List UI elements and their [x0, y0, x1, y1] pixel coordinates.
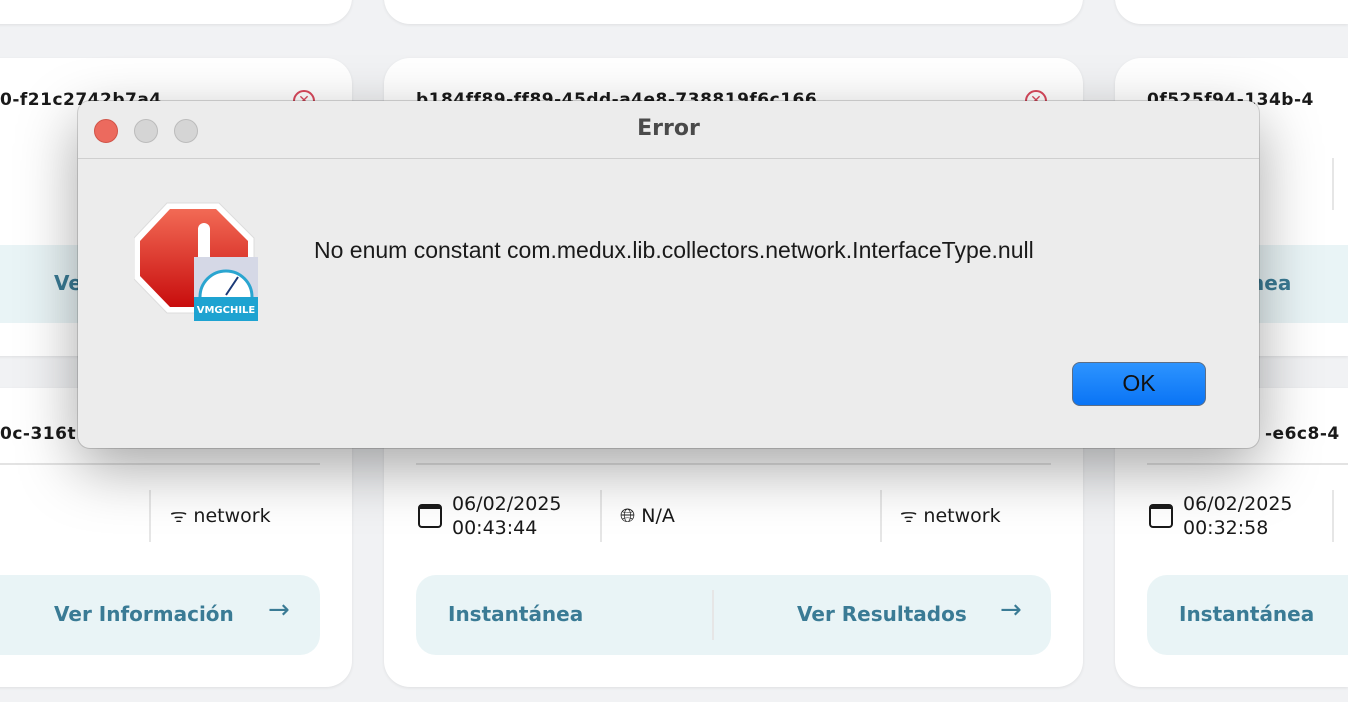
time: 00:32:58 [1183, 517, 1269, 539]
dialog-title: Error [637, 116, 700, 141]
error-icon: VMGCHILE [133, 201, 258, 321]
arrow-right-icon: → [268, 595, 290, 625]
card [384, 0, 1083, 24]
separator [149, 490, 151, 542]
separator [1332, 158, 1334, 210]
globe-icon: 🌐︎ [620, 505, 636, 527]
view-info-button[interactable]: Ver Información → [0, 575, 320, 655]
view-results-button[interactable]: Ver Resultados [797, 602, 967, 626]
network-info: ᯤ network [900, 504, 1001, 528]
wifi-icon: ᯤ [170, 505, 188, 527]
calendar-icon [418, 504, 442, 528]
ok-button[interactable]: OK [1072, 362, 1206, 406]
date: 06/02/2025 [452, 493, 562, 515]
divider [0, 463, 320, 465]
ip-info: 🌐︎ N/A [620, 504, 675, 528]
card-id: -e6c8-4 [1265, 424, 1340, 444]
date-info: 06/02/2025 00:32:58 [1147, 492, 1293, 540]
card-id: 0c-316t [0, 424, 77, 444]
title-bar[interactable]: Error [78, 101, 1259, 159]
separator [1332, 490, 1334, 542]
svg-text:VMGCHILE: VMGCHILE [197, 305, 256, 316]
ip-label: N/A [641, 505, 675, 527]
button-label: Ver Información [54, 602, 234, 626]
error-dialog: Error VMGCHILE No enum constant com.medu… [78, 101, 1259, 448]
button-label: Instantánea [1179, 602, 1315, 626]
date-info: 06/02/2025 00:43:44 [416, 492, 562, 540]
button-bar: Instantánea Ver Resultados → [416, 575, 1051, 655]
divider [416, 463, 1051, 465]
network-label: network [193, 505, 271, 527]
snapshot-button[interactable]: Instantánea [1147, 575, 1348, 655]
date: 06/02/2025 [1183, 493, 1293, 515]
time: 00:43:44 [452, 517, 538, 539]
snapshot-button[interactable]: Instantánea [448, 602, 583, 626]
arrow-right-icon[interactable]: → [1000, 595, 1022, 625]
network-info: ᯤ network [170, 504, 271, 528]
separator [880, 490, 882, 542]
divider [1147, 463, 1348, 465]
wifi-icon: ᯤ [900, 505, 918, 527]
network-label: network [923, 505, 1001, 527]
separator [712, 590, 714, 640]
calendar-icon [1149, 504, 1173, 528]
card [0, 0, 352, 24]
error-message: No enum constant com.medux.lib.collector… [314, 237, 1034, 263]
separator [600, 490, 602, 542]
card [1115, 0, 1348, 24]
